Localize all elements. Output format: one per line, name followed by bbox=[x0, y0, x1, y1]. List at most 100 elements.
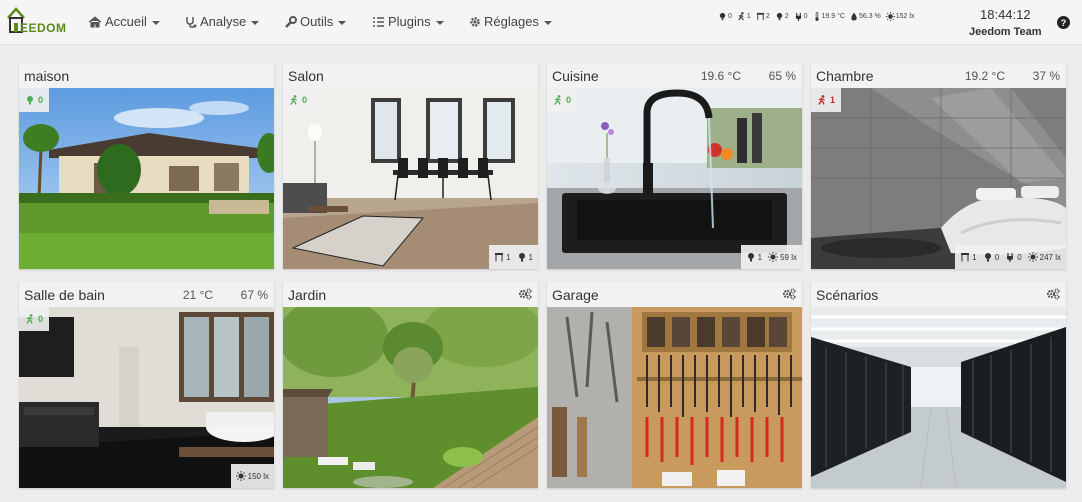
summary-value: 247 lx bbox=[1039, 252, 1061, 262]
summary-light[interactable]: 1 bbox=[746, 252, 762, 262]
menu-tools[interactable]: Outils bbox=[285, 14, 347, 29]
summary-shutter[interactable]: 1 bbox=[494, 252, 511, 262]
summary-value: 19.9 °C bbox=[821, 12, 845, 20]
summary-plug[interactable]: 0 bbox=[1005, 252, 1022, 262]
caret-down-icon bbox=[435, 20, 444, 25]
user-name[interactable]: Jeedom Team bbox=[969, 26, 1042, 38]
status-badge[interactable]: 0 bbox=[19, 307, 50, 331]
luminosity-icon bbox=[235, 471, 246, 481]
room-tile-jardin[interactable]: Jardin bbox=[283, 282, 538, 488]
room-name: Scénarios bbox=[816, 287, 879, 303]
tile-summary-bar: 150 lx bbox=[230, 464, 274, 488]
menu-settings-label: Réglages bbox=[484, 14, 539, 29]
tile-header: maison bbox=[19, 63, 274, 88]
summary-luminosity[interactable]: 150 lx bbox=[235, 471, 269, 481]
tile-summary-bar: 1 59 lx bbox=[740, 245, 802, 269]
room-tile-cuisine[interactable]: Cuisine 19.6 °C 65 % 0 1 59 lx bbox=[547, 63, 802, 269]
summary-value: 0 bbox=[803, 12, 808, 20]
shutter-icon bbox=[961, 253, 970, 262]
room-tile-chambre[interactable]: Chambre 19.2 °C 37 % 1 1 0 0 247 lx bbox=[811, 63, 1066, 269]
cogs-icon[interactable] bbox=[782, 288, 796, 300]
room-humidity: 37 % bbox=[1032, 69, 1060, 83]
light-icon bbox=[518, 253, 525, 262]
summary-motion[interactable]: 1 bbox=[737, 11, 751, 21]
summary-value: 1 bbox=[506, 252, 511, 262]
summary-luminosity[interactable]: 247 lx bbox=[1027, 252, 1061, 262]
menu-analysis[interactable]: Analyse bbox=[185, 14, 260, 29]
summary-light[interactable]: 0 bbox=[983, 252, 999, 262]
status-badge[interactable]: 0 bbox=[283, 88, 314, 112]
room-tile-salle-de-bain[interactable]: Salle de bain 21 °C 67 % 0 150 lx bbox=[19, 282, 274, 488]
stethoscope-icon bbox=[186, 16, 197, 28]
summary-humidity[interactable]: 56.3 % bbox=[850, 11, 881, 21]
status-badge[interactable]: 0 bbox=[547, 88, 578, 112]
room-name: maison bbox=[24, 68, 70, 84]
cogs-icon[interactable] bbox=[1046, 288, 1060, 300]
motion-icon bbox=[290, 95, 297, 105]
luminosity-icon bbox=[885, 11, 895, 21]
room-humidity: 67 % bbox=[240, 288, 268, 302]
room-tile-scenarios[interactable]: Scénarios bbox=[811, 282, 1066, 488]
status-badge[interactable]: 1 bbox=[811, 88, 842, 112]
summary-luminosity[interactable]: 152 lx bbox=[885, 11, 914, 21]
tile-summary-bar: 1 0 0 247 lx bbox=[955, 245, 1066, 269]
light-icon bbox=[747, 253, 754, 262]
menu-plugins[interactable]: Plugins bbox=[372, 14, 444, 29]
room-image bbox=[283, 307, 538, 488]
top-navbar: EEDOM Accueil Analyse Outils Plugins Rég… bbox=[0, 0, 1082, 45]
status-badge[interactable]: 0 bbox=[19, 88, 50, 112]
room-temperature: 21 °C bbox=[182, 288, 213, 302]
tile-header: Garage bbox=[547, 282, 802, 307]
room-tile-salon[interactable]: Salon 0 1 1 bbox=[283, 63, 538, 269]
room-image bbox=[19, 307, 274, 488]
summary-value: 0 bbox=[1017, 252, 1022, 262]
menu-tools-label: Outils bbox=[300, 14, 334, 29]
summary-light[interactable]: 1 bbox=[517, 252, 533, 262]
menu-home-label: Accueil bbox=[105, 14, 147, 29]
tile-header: Salon bbox=[283, 63, 538, 88]
menu-analysis-label: Analyse bbox=[200, 14, 247, 29]
summary-temperature[interactable]: 19.9 °C bbox=[813, 11, 845, 21]
summary-light[interactable]: 0 bbox=[718, 12, 732, 21]
room-humidity: 65 % bbox=[768, 69, 796, 83]
summary-value: 56.3 % bbox=[858, 12, 881, 20]
room-image bbox=[283, 88, 538, 269]
motion-icon bbox=[818, 95, 825, 105]
cogs-icon[interactable] bbox=[518, 288, 532, 300]
summary-value: 2 bbox=[765, 12, 770, 20]
plug-icon bbox=[795, 12, 801, 21]
light-icon bbox=[776, 12, 782, 20]
summary-plug[interactable]: 0 bbox=[794, 12, 808, 21]
menu-settings[interactable]: Réglages bbox=[469, 14, 552, 29]
caret-down-icon bbox=[543, 20, 552, 25]
tile-summary-bar: 1 1 bbox=[489, 245, 538, 269]
clock: 18:44:12 bbox=[980, 7, 1031, 22]
room-name: Salle de bain bbox=[24, 287, 105, 303]
plug-icon bbox=[1007, 253, 1014, 262]
motion-icon bbox=[738, 11, 744, 20]
room-tile-garage[interactable]: Garage bbox=[547, 282, 802, 488]
summary-shutter[interactable]: 1 bbox=[960, 252, 977, 262]
room-image bbox=[19, 88, 274, 269]
summary-luminosity[interactable]: 59 lx bbox=[768, 252, 797, 262]
summary-value: 0 bbox=[994, 252, 1000, 262]
wrench-icon bbox=[285, 15, 297, 28]
jeedom-logo[interactable]: EEDOM bbox=[6, 6, 70, 36]
humidity-icon bbox=[851, 11, 857, 21]
caret-down-icon bbox=[338, 20, 347, 25]
room-image bbox=[547, 88, 802, 269]
tile-header: Chambre 19.2 °C 37 % bbox=[811, 63, 1066, 88]
badge-value: 0 bbox=[302, 95, 308, 105]
caret-down-icon bbox=[251, 20, 260, 25]
tile-header: Salle de bain 21 °C 67 % bbox=[19, 282, 274, 307]
light-icon bbox=[27, 96, 33, 105]
badge-value: 0 bbox=[38, 314, 44, 324]
tasks-icon bbox=[373, 16, 384, 27]
help-icon[interactable]: ? bbox=[1057, 16, 1070, 29]
menu-home[interactable]: Accueil bbox=[88, 14, 160, 29]
room-image bbox=[811, 307, 1066, 488]
room-tile-maison[interactable]: maison 0 bbox=[19, 63, 274, 269]
badge-value: 0 bbox=[566, 95, 572, 105]
summary-shutter[interactable]: 2 bbox=[756, 12, 770, 21]
summary-light-2[interactable]: 2 bbox=[775, 12, 789, 21]
